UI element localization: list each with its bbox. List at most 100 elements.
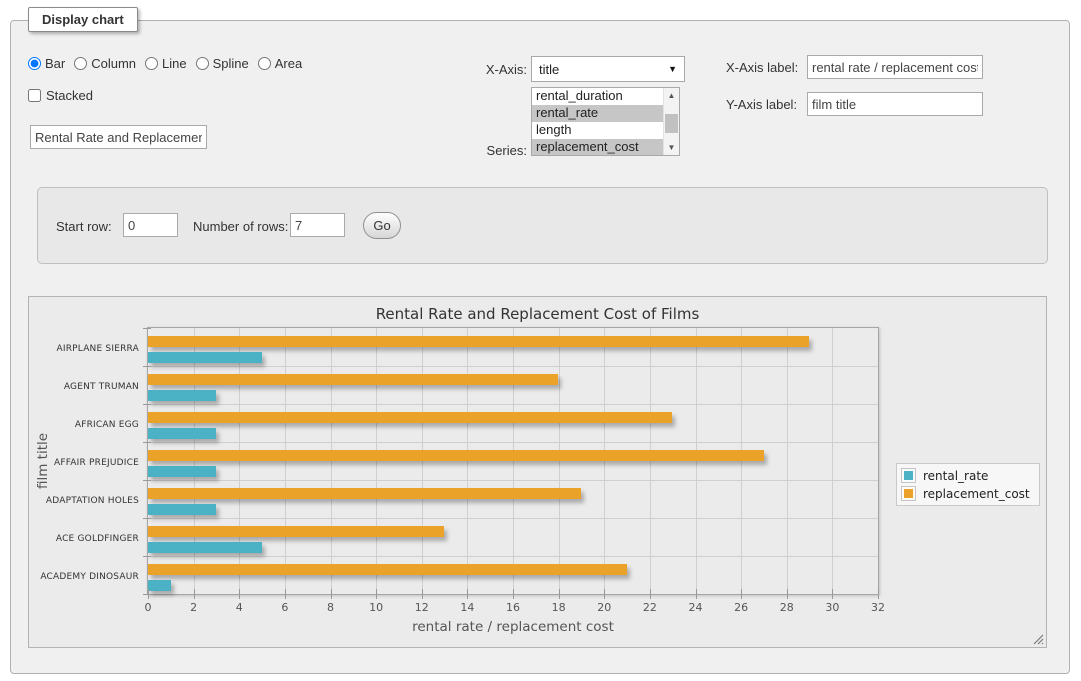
legend-row: rental_rate — [901, 468, 1030, 483]
y-axis-label-label: Y-Axis label: — [726, 97, 797, 112]
x-tick-label: 2 — [190, 601, 197, 614]
series-option-length[interactable]: length — [532, 122, 663, 139]
gridline-vertical — [467, 328, 468, 594]
chart-type-label: Spline — [213, 56, 249, 71]
series-listbox[interactable]: rental_durationrental_ratelengthreplacem… — [531, 87, 680, 156]
chart-title-input[interactable] — [30, 125, 207, 149]
y-tick-mark — [143, 404, 151, 405]
x-axis-label-input[interactable] — [807, 55, 983, 79]
gridline-horizontal — [148, 366, 878, 367]
y-tick-mark — [143, 556, 151, 557]
x-tick-mark — [559, 589, 560, 599]
chart-type-option-spline: Spline — [196, 56, 249, 71]
x-tick-label: 16 — [506, 601, 520, 614]
y-tick-mark — [143, 328, 151, 329]
x-tick-label: 14 — [460, 601, 474, 614]
y-axis-label-input[interactable] — [807, 92, 983, 116]
y-category-label: ADAPTATION HOLES — [29, 496, 139, 506]
x-tick-mark — [696, 589, 697, 599]
series-option-rental_rate[interactable]: rental_rate — [532, 105, 663, 122]
x-tick-label: 12 — [415, 601, 429, 614]
bar-rental_rate — [148, 390, 216, 401]
legend-label: rental_rate — [923, 469, 988, 483]
series-scrollbar[interactable]: ▲ ▼ — [663, 88, 679, 155]
y-category-label: AGENT TRUMAN — [29, 382, 139, 392]
legend-row: replacement_cost — [901, 486, 1030, 501]
x-tick-label: 24 — [689, 601, 703, 614]
chart-type-radio-spline[interactable] — [196, 57, 209, 70]
x-tick-mark — [467, 589, 468, 599]
gridline-vertical — [331, 328, 332, 594]
x-axis-label-label: X-Axis label: — [726, 60, 798, 75]
x-axis-select-label: X-Axis: — [430, 62, 527, 77]
scroll-down-icon[interactable]: ▼ — [664, 140, 679, 155]
chart-type-radio-area[interactable] — [258, 57, 271, 70]
y-tick-mark — [143, 518, 151, 519]
scroll-up-icon[interactable]: ▲ — [664, 88, 679, 103]
x-tick-label: 6 — [281, 601, 288, 614]
legend-swatch-replacement_cost — [901, 486, 916, 501]
bar-rental_rate — [148, 542, 262, 553]
chart-type-label: Column — [91, 56, 136, 71]
gridline-horizontal — [148, 404, 878, 405]
gridline-vertical — [650, 328, 651, 594]
y-tick-mark — [143, 594, 151, 595]
bar-rental_rate — [148, 428, 216, 439]
number-of-rows-input[interactable] — [290, 213, 345, 237]
chart-type-radio-bar[interactable] — [28, 57, 41, 70]
bar-rental_rate — [148, 580, 171, 591]
go-button[interactable]: Go — [363, 212, 401, 239]
page: Display chart BarColumnLineSplineArea St… — [0, 0, 1081, 681]
row-range-panel: Start row: Number of rows: Go — [37, 187, 1048, 264]
stacked-label: Stacked — [46, 88, 93, 103]
bar-rental_rate — [148, 352, 262, 363]
y-tick-mark — [143, 442, 151, 443]
y-category-label: ACADEMY DINOSAUR — [29, 572, 139, 582]
series-select-label: Series: — [430, 143, 527, 158]
plot-area — [147, 327, 879, 595]
y-category-label: AIRPLANE SIERRA — [29, 344, 139, 354]
gridline-horizontal — [148, 556, 878, 557]
x-tick-mark — [194, 589, 195, 599]
resize-handle-icon[interactable] — [1033, 634, 1044, 645]
chevron-down-icon: ▼ — [668, 64, 677, 74]
scrollbar-thumb[interactable] — [665, 114, 678, 133]
y-tick-mark — [143, 480, 151, 481]
x-tick-mark — [604, 589, 605, 599]
x-tick-mark — [422, 589, 423, 599]
x-tick-label: 20 — [597, 601, 611, 614]
x-tick-mark — [239, 589, 240, 599]
gridline-vertical — [285, 328, 286, 594]
x-tick-mark — [513, 589, 514, 599]
stacked-checkbox[interactable] — [28, 89, 41, 102]
chart-type-label: Bar — [45, 56, 65, 71]
x-tick-label: 18 — [552, 601, 566, 614]
y-category-label: ACE GOLDFINGER — [29, 534, 139, 544]
scrollbar-track[interactable] — [664, 103, 679, 140]
x-axis-select-value: title — [539, 62, 559, 77]
x-tick-label: 8 — [327, 601, 334, 614]
gridline-horizontal — [148, 518, 878, 519]
chart-type-option-bar: Bar — [28, 56, 65, 71]
gridline-vertical — [239, 328, 240, 594]
series-option-rental_duration[interactable]: rental_duration — [532, 88, 663, 105]
legend-swatch-rental_rate — [901, 468, 916, 483]
x-axis-select[interactable]: title ▼ — [531, 56, 685, 82]
series-options: rental_durationrental_ratelengthreplacem… — [532, 88, 663, 155]
gridline-vertical — [513, 328, 514, 594]
bar-rental_rate — [148, 466, 216, 477]
x-tick-mark — [376, 589, 377, 599]
bar-replacement_cost — [148, 450, 764, 461]
chart-type-radio-column[interactable] — [74, 57, 87, 70]
number-of-rows-label: Number of rows: — [193, 219, 288, 234]
x-tick-label: 30 — [825, 601, 839, 614]
x-tick-mark — [787, 589, 788, 599]
gridline-vertical — [832, 328, 833, 594]
x-axis-title: rental rate / replacement cost — [148, 619, 878, 635]
bar-replacement_cost — [148, 374, 558, 385]
chart-type-radio-line[interactable] — [145, 57, 158, 70]
series-option-replacement_cost[interactable]: replacement_cost — [532, 139, 663, 156]
fieldset-legend: Display chart — [28, 7, 138, 32]
chart-type-option-column: Column — [74, 56, 136, 71]
start-row-input[interactable] — [123, 213, 178, 237]
